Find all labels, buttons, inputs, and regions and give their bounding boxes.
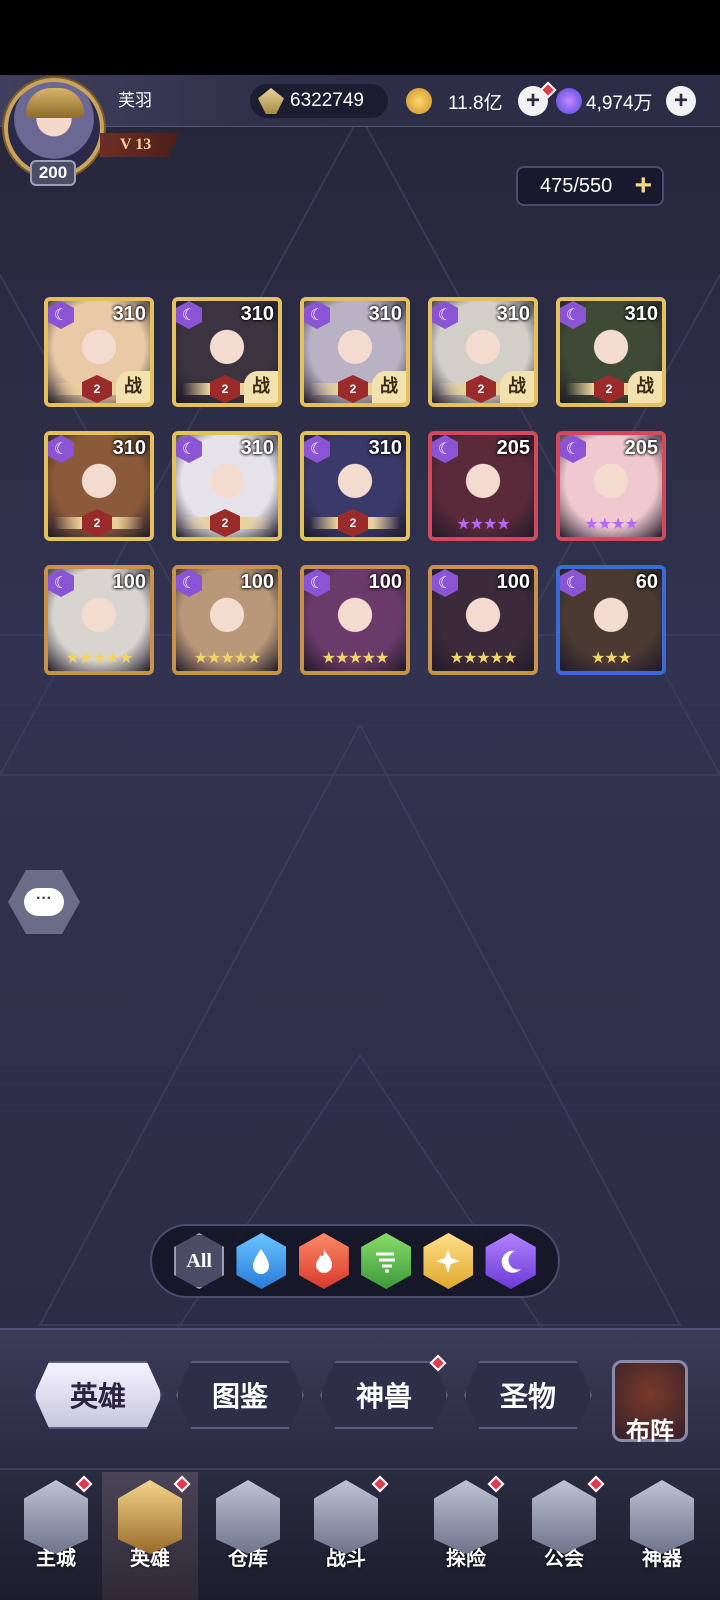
hero-card[interactable]: ☾ 310 2 — [300, 431, 410, 541]
gold-coin-icon — [406, 88, 432, 114]
hero-level: 310 — [496, 303, 530, 325]
crystal-amount: 4,974万 — [586, 92, 653, 114]
hero-card[interactable]: ☾ 310 2 — [172, 431, 282, 541]
hero-card[interactable]: ☾ 310 2 战 — [428, 297, 538, 407]
hero-level: 310 — [240, 437, 274, 459]
hero-card[interactable]: ☾ 60 ★★★ — [556, 565, 666, 675]
water-element-icon[interactable] — [236, 1233, 287, 1289]
hero-level: 310 — [112, 303, 146, 325]
dark-element-icon[interactable] — [485, 1233, 536, 1289]
crossed-swords-icon — [314, 1480, 378, 1554]
hero-card[interactable]: ☾ 205 ★★★★ — [428, 431, 538, 541]
hero-card[interactable]: ☾ 310 2 战 — [300, 297, 410, 407]
light-element-icon[interactable] — [423, 1233, 474, 1289]
nav-guild[interactable]: 公会 — [516, 1472, 612, 1600]
gold-counter: 11.8亿 — [398, 84, 510, 118]
player-level: 200 — [30, 160, 76, 186]
gem-amount: 6322749 — [290, 90, 364, 111]
hero-level: 205 — [624, 437, 658, 459]
star-rating: ★★★★★ — [449, 648, 518, 667]
element-filter-bar: All — [150, 1224, 560, 1298]
hero-card[interactable]: ☾ 100 ★★★★★ — [300, 565, 410, 675]
expand-capacity-button[interactable]: + — [634, 171, 652, 201]
star-rating: ★★★★★ — [193, 648, 262, 667]
hero-level: 310 — [368, 437, 402, 459]
storage-chest-icon — [216, 1480, 280, 1554]
gem-counter: 6322749 — [250, 84, 388, 118]
nav-city[interactable]: 主城 — [8, 1472, 104, 1600]
chat-bubble-icon: ··· — [24, 888, 64, 916]
fire-element-icon[interactable] — [298, 1233, 349, 1289]
hero-card[interactable]: ☾ 310 2 — [44, 431, 154, 541]
player-name: 芙羽 — [118, 91, 152, 111]
gold-amount: 11.8亿 — [448, 92, 503, 114]
tab-atlas[interactable]: 图鉴 — [176, 1361, 304, 1429]
hero-level: 100 — [112, 571, 146, 593]
star-rating: ★★★★★ — [321, 648, 390, 667]
formation-button[interactable]: 布阵 — [612, 1360, 688, 1445]
nav-explore[interactable]: 探险 — [418, 1472, 514, 1600]
gem-stack-icon — [258, 88, 284, 114]
hero-card[interactable]: ☾ 205 ★★★★ — [556, 431, 666, 541]
hero-level: 100 — [368, 571, 402, 593]
battle-badge: 战 — [116, 371, 150, 403]
hero-level: 100 — [496, 571, 530, 593]
hero-card[interactable]: ☾ 100 ★★★★★ — [428, 565, 538, 675]
vip-badge: V 13 — [100, 133, 180, 157]
hero-card[interactable]: ☾ 100 ★★★★★ — [172, 565, 282, 675]
hero-card[interactable]: ☾ 310 2 战 — [172, 297, 282, 407]
hero-level: 310 — [240, 303, 274, 325]
battle-badge: 战 — [628, 371, 662, 403]
crystal-icon — [556, 88, 582, 114]
battle-badge: 战 — [244, 371, 278, 403]
portal-gate-icon — [434, 1480, 498, 1554]
castle-icon — [24, 1480, 88, 1554]
hero-level: 310 — [624, 303, 658, 325]
background — [0, 75, 720, 1355]
avatar-helmet-icon — [26, 88, 84, 118]
add-crystal-button[interactable]: + — [666, 86, 696, 116]
guild-shield-icon — [532, 1480, 596, 1554]
star-rating: ★★★★ — [584, 514, 638, 533]
tab-hero[interactable]: 英雄 — [34, 1361, 162, 1429]
star-rating: ★★★★ — [456, 514, 510, 533]
hooded-hero-icon — [118, 1480, 182, 1554]
hero-level: 60 — [635, 571, 658, 593]
hero-level: 310 — [368, 303, 402, 325]
crystal-counter: 4,974万 — [554, 84, 664, 118]
battle-badge: 战 — [500, 371, 534, 403]
filter-all-button[interactable]: All — [174, 1233, 225, 1289]
hero-card[interactable]: ☾ 100 ★★★★★ — [44, 565, 154, 675]
tab-relic[interactable]: 圣物 — [464, 1361, 592, 1429]
hero-card[interactable]: ☾ 310 2 战 — [44, 297, 154, 407]
status-bar — [0, 0, 720, 75]
capacity-count: 475/550 — [540, 174, 613, 197]
nav-hero[interactable]: 英雄 — [102, 1472, 198, 1600]
nav-storage[interactable]: 仓库 — [200, 1472, 296, 1600]
hero-level: 100 — [240, 571, 274, 593]
nav-artifact[interactable]: 神器 — [614, 1472, 710, 1600]
star-rating: ★★★ — [590, 648, 632, 667]
hero-level: 205 — [496, 437, 530, 459]
wind-element-icon[interactable] — [361, 1233, 412, 1289]
battle-badge: 战 — [372, 371, 406, 403]
star-rating: ★★★★★ — [65, 648, 134, 667]
hero-level: 310 — [112, 437, 146, 459]
artifact-eye-icon — [630, 1480, 694, 1554]
hero-card[interactable]: ☾ 310 2 战 — [556, 297, 666, 407]
tab-beast[interactable]: 神兽 — [320, 1361, 448, 1429]
hero-capacity[interactable]: 475/550 + — [516, 166, 664, 206]
